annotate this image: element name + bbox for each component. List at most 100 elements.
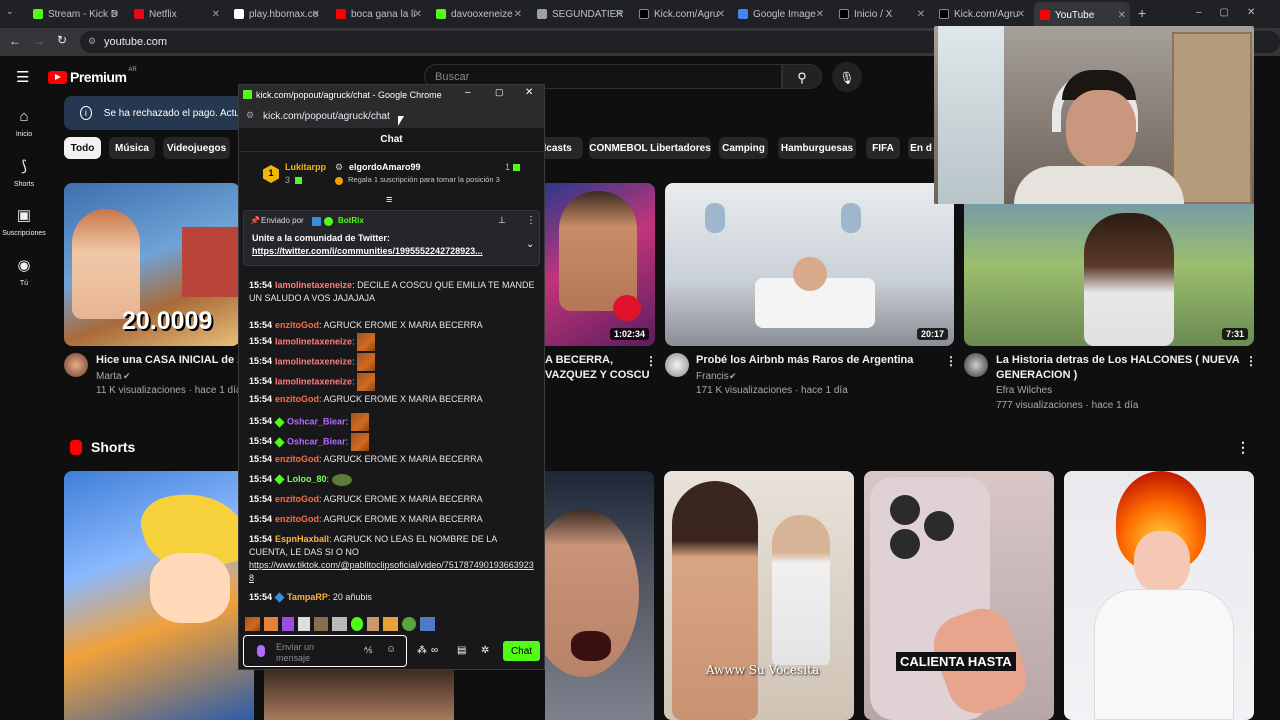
minimize-icon[interactable]: – [465,87,471,98]
chat-window-titlebar[interactable]: kick.com/popout/agruck/chat - Google Chr… [239,85,544,104]
settings-icon[interactable]: ✲ [481,645,489,656]
chat-emote-icon[interactable] [357,333,376,351]
chip-todo[interactable]: Todo [64,137,101,159]
browser-tab[interactable]: Netflix ✕ [128,4,224,24]
channel-name[interactable]: Marta [96,369,122,384]
chip-hamburguesas[interactable]: Hamburguesas [778,137,856,159]
pinned-more-icon[interactable]: ⋮ [526,215,536,226]
tab-close-icon[interactable]: ✕ [615,9,623,20]
emote-icon[interactable] [383,617,398,631]
browser-tab[interactable]: play.hbomax.co ✕ [228,4,324,24]
new-tab-button[interactable]: + [1138,5,1146,21]
chip-musica[interactable]: Música [109,137,155,159]
browser-tab[interactable]: Stream - Kick D ✕ [27,4,123,24]
short-thumbnail[interactable] [64,471,254,720]
channel-name[interactable]: Francis [696,369,729,384]
youtube-logo[interactable]: Premium AR [48,67,137,85]
expand-pinned-icon[interactable]: ⌄ [526,239,534,250]
video-title-line2[interactable]: GENERACION ) [996,368,1077,383]
send-chat-button[interactable]: Chat [503,641,540,661]
browser-tab[interactable]: boca gana la li ✕ [330,4,426,24]
video-thumbnail[interactable]: 20.0009 [64,183,240,346]
payment-declined-banner[interactable]: i Se ha rechazado el pago. Actu [64,96,240,130]
voice-search-button[interactable]: 🎙 [832,62,862,92]
chat-emote-icon[interactable] [357,373,376,391]
video-title[interactable]: Hice una CASA INICIAL de 20. [96,353,240,368]
message-username[interactable]: enzitoGod [275,494,319,504]
chip-en-directo[interactable]: En d [908,137,934,159]
chat-emote-icon[interactable] [350,433,369,451]
short-thumbnail[interactable] [264,669,454,720]
forward-icon[interactable]: → [33,34,45,48]
tab-close-icon[interactable]: ✕ [514,9,522,20]
browser-tab[interactable]: Google Image ✕ [732,4,828,24]
emoji-icon[interactable]: ☺ [386,644,396,655]
voice-icon[interactable] [257,645,265,657]
more-options-icon[interactable]: ⋮ [1245,354,1257,368]
video-title-line2[interactable]: VAZQUEZ Y COSCU [545,368,650,383]
browser-tab[interactable]: Kick.com/Agru ✕ [933,4,1029,24]
pinned-by-user[interactable]: BotRix [338,216,364,225]
tab-close-icon[interactable]: ✕ [917,9,925,20]
video-thumbnail[interactable]: 20:17 [665,183,954,346]
site-info-icon[interactable]: ⚙ [88,36,96,47]
browser-tab[interactable]: SEGUNDATIER ✕ [531,4,627,24]
channel-avatar[interactable] [964,353,988,377]
emote-icon[interactable] [245,617,260,631]
close-icon[interactable]: ✕ [525,87,533,98]
menu-icon[interactable]: ☰ [16,68,29,86]
leader-username[interactable]: Lukitarpp [285,162,326,172]
gift-store-icon[interactable]: ▤ [457,645,466,656]
browser-tab[interactable]: Inicio / X ✕ [833,4,929,24]
short-thumbnail[interactable] [1064,471,1254,720]
search-button[interactable]: ⚲ [782,64,822,89]
collapse-leaderboard-icon[interactable]: ≡ [386,194,392,206]
message-username[interactable]: lamolinetaxeneize [275,336,352,346]
emote-icon[interactable] [401,617,417,631]
emote-icon[interactable] [282,617,294,631]
chat-emote-icon[interactable] [357,353,376,371]
video-title[interactable]: A BECERRA, [545,353,613,368]
emote-icon[interactable] [332,617,347,631]
browser-tab[interactable]: YouTube ✕ [1034,2,1130,28]
chip-fifa[interactable]: FIFA [866,137,900,159]
back-icon[interactable]: ← [9,34,21,48]
sidebar-item-subscriptions[interactable]: ▣ Suscripciones [0,206,48,237]
video-thumbnail[interactable]: 7:31 [964,183,1254,346]
message-username[interactable]: lamolinetaxeneize [275,376,352,386]
chat-emote-icon[interactable] [350,413,369,431]
tab-close-icon[interactable]: ✕ [1118,10,1126,21]
tab-close-icon[interactable]: ✕ [212,9,220,20]
message-username[interactable]: lamolinetaxeneize [275,356,352,366]
sidebar-item-shorts[interactable]: ⟆ Shorts [0,157,48,188]
message-username[interactable]: TampaRP [287,592,328,602]
message-username[interactable]: enzitoGod [275,394,319,404]
short-thumbnail[interactable]: CALIENTA HASTA [864,471,1054,720]
link-icon[interactable]: ∞ [431,645,438,656]
maximize-icon[interactable]: ▢ [495,87,504,98]
quick-emotes-icon[interactable]: ⁂ [417,645,427,656]
message-username[interactable]: Oshcar_Biear [287,416,346,426]
sidebar-item-you[interactable]: ◉ Tú [0,256,48,287]
emote-icon[interactable] [350,617,364,631]
chip-camping[interactable]: Camping [719,137,768,159]
message-username[interactable]: EspnHaxball [275,534,329,544]
message-username[interactable]: Loloo_80 [287,474,327,484]
chat-message-input[interactable]: Enviar un mensaje ⅍ ☺ [243,635,407,667]
tab-close-icon[interactable]: ✕ [816,9,824,20]
emote-icon[interactable] [420,617,435,631]
short-thumbnail[interactable]: Awww Su Vocesita [664,471,854,720]
chat-window-addressbar[interactable]: ⚙ kick.com/popout/agruck/chat [239,104,544,128]
message-username[interactable]: lamolinetaxeneize [275,280,352,290]
video-title[interactable]: La Historia detras de Los HALCONES ( NUE… [996,353,1240,368]
shorts-more-icon[interactable]: ⋮ [1236,439,1250,456]
tab-list-dropdown[interactable]: ⌄ [6,6,14,17]
chip-conmebol[interactable]: CONMEBOL Libertadores [589,137,711,159]
emote-icon[interactable] [263,617,279,631]
tab-close-icon[interactable]: ✕ [312,9,320,20]
message-username[interactable]: enzitoGod [275,454,319,464]
emote-icon[interactable] [313,617,329,631]
message-username[interactable]: enzitoGod [275,514,319,524]
emote-icon[interactable] [367,617,380,631]
unpin-icon[interactable]: ⊥ [498,215,506,226]
